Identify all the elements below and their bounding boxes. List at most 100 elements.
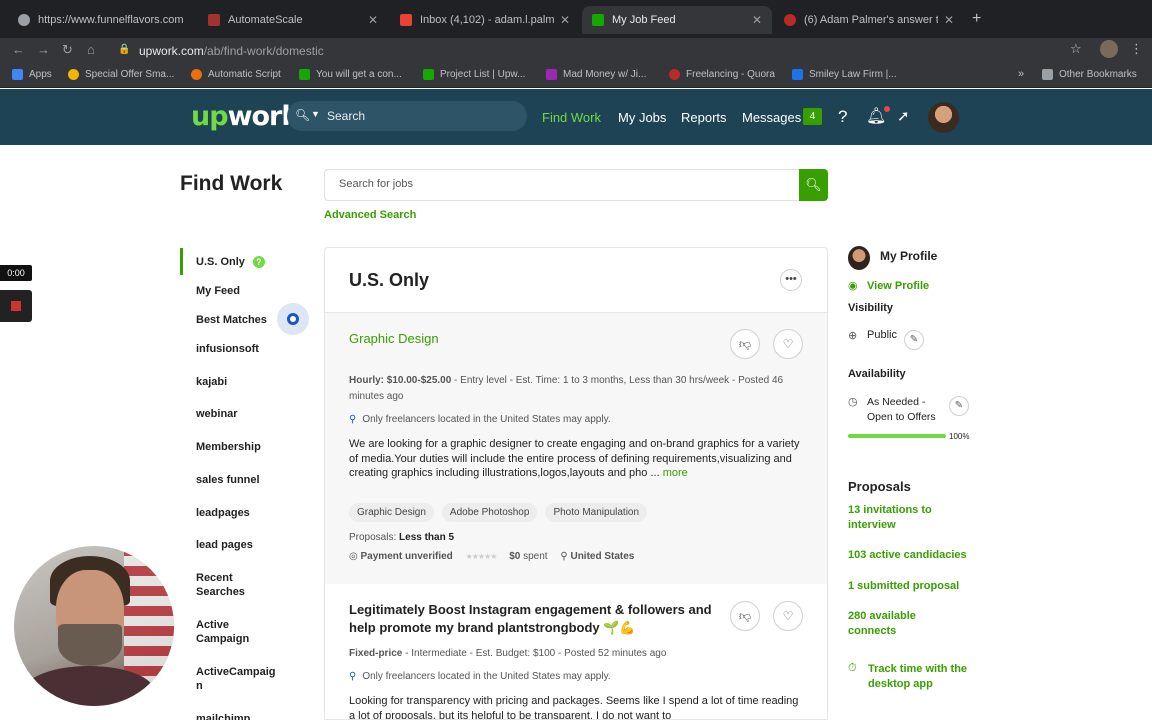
feed-sales-funnel[interactable]: sales funnel <box>196 473 260 487</box>
more-bookmarks-chevron-icon[interactable]: » <box>1018 68 1024 80</box>
forward-arrow-icon[interactable]: → <box>37 42 50 57</box>
feed-leadpages[interactable]: leadpages <box>196 506 250 520</box>
feed-us-only[interactable]: U.S. Only? <box>196 255 265 269</box>
home-icon[interactable]: ⌂ <box>87 42 95 57</box>
browser-tab-gmail[interactable]: Inbox (4,102) - adam.l.palmer@ ✕ <box>390 6 580 34</box>
bookmarks-bar: Apps Special Offer Sma... Automatic Scri… <box>0 64 1152 88</box>
nav-reports[interactable]: Reports <box>681 110 727 125</box>
url-text: upwork.com/ab/find-work/domestic <box>139 44 324 58</box>
feed-best-matches[interactable]: Best Matches <box>196 313 267 327</box>
track-time-link[interactable]: Track time with the desktop app <box>868 662 978 691</box>
feed-infusionsoft[interactable]: infusionsoft <box>196 342 259 356</box>
bookmark-star-icon[interactable]: ☆ <box>1070 41 1082 57</box>
bookmark-freelancing-quora[interactable]: Freelancing - Quora <box>669 69 775 80</box>
address-bar-row: ← → ↻ ⌂ 🔒 upwork.com/ab/find-work/domest… <box>0 38 1152 64</box>
availability-value: As Needed - Open to Offers <box>867 396 936 423</box>
browser-tab-my-job-feed[interactable]: My Job Feed ✕ <box>582 6 772 34</box>
active-candidacies-link[interactable]: 103 active candidacies <box>848 548 967 563</box>
client-info: ◎ Payment unverified ★★★★★ $0 spent ⚲ Un… <box>349 551 635 562</box>
job-search-button[interactable]: 🔍︎ <box>799 169 828 201</box>
browser-tab-funnelflavors[interactable]: https://www.funnelflavors.com <box>8 6 196 34</box>
job-tile[interactable]: Graphic Design 👎︎ ♡ Hourly: $10.00-$25.0… <box>325 313 827 584</box>
back-arrow-icon[interactable]: ← <box>12 42 25 57</box>
gmail-icon <box>400 14 412 26</box>
omnibox[interactable]: 🔒 upwork.com/ab/find-work/domestic <box>110 40 1092 62</box>
bookmark-project-list[interactable]: Project List | Upw... <box>423 69 525 80</box>
job-meta: Fixed-price - Intermediate - Est. Budget… <box>349 648 667 659</box>
skill-tag[interactable]: Graphic Design <box>349 503 434 522</box>
other-bookmarks[interactable]: Other Bookmarks <box>1042 69 1137 80</box>
browser-profile-avatar[interactable] <box>1100 40 1118 58</box>
submitted-proposal-link[interactable]: 1 submitted proposal <box>848 579 959 594</box>
bookmark-smiley-law[interactable]: Smiley Law Firm |... <box>792 69 897 80</box>
profile-avatar[interactable] <box>848 246 870 270</box>
lock-icon: 🔒 <box>118 44 131 55</box>
bookmark-favicon-icon <box>546 69 557 80</box>
feed-activecampaign[interactable]: ActiveCampaign <box>196 665 276 693</box>
profile-completeness-fill <box>848 434 946 438</box>
feed-mailchimp[interactable]: mailchimp <box>196 712 250 720</box>
edit-availability-icon[interactable]: ✎ <box>949 396 969 416</box>
recording-stop-button[interactable] <box>0 290 32 322</box>
thumbs-down-icon[interactable]: 👎︎ <box>730 329 760 359</box>
browser-tab-quora[interactable]: (6) Adam Palmer's answer to H ✕ <box>774 6 964 34</box>
advanced-search-link[interactable]: Advanced Search <box>324 209 416 221</box>
available-connects-link[interactable]: 280 available connects <box>848 609 948 638</box>
nav-find-work[interactable]: Find Work <box>542 110 601 125</box>
heart-icon[interactable]: ♡ <box>773 601 803 631</box>
tour-hotspot-dot[interactable] <box>287 313 299 325</box>
help-icon[interactable]: ? <box>838 107 847 127</box>
webcam-overlay <box>14 546 174 706</box>
user-avatar[interactable] <box>928 102 959 133</box>
page-title: Find Work <box>180 172 283 195</box>
thumbs-down-icon[interactable]: 👎︎ <box>730 601 760 631</box>
heart-icon[interactable]: ♡ <box>773 329 803 359</box>
search-type-caret-icon[interactable]: ▼ <box>311 109 320 119</box>
nav-messages[interactable]: Messages <box>742 110 801 125</box>
bookmark-favicon-icon <box>68 69 79 80</box>
feed-kajabi[interactable]: kajabi <box>196 375 227 389</box>
job-title-link[interactable]: Legitimately Boost Instagram engagement … <box>349 601 719 637</box>
view-profile-link[interactable]: View Profile <box>867 279 929 294</box>
feed-membership[interactable]: Membership <box>196 440 261 454</box>
close-tab-icon[interactable]: ✕ <box>368 13 378 27</box>
bookmark-automatic-script[interactable]: Automatic Script <box>191 69 281 80</box>
browser-menu-icon[interactable]: ⋮ <box>1130 41 1143 57</box>
bookmark-you-will-get[interactable]: You will get a con... <box>299 69 402 80</box>
nav-my-jobs[interactable]: My Jobs <box>618 110 666 125</box>
job-search-box[interactable] <box>324 169 800 201</box>
feed-lead-pages[interactable]: lead pages <box>196 538 253 552</box>
bookmark-special-offer[interactable]: Special Offer Sma... <box>68 69 174 80</box>
browser-tab-automatescale[interactable]: AutomateScale ✕ <box>198 6 388 34</box>
payment-unverified-icon: ◎ <box>349 551 358 562</box>
upwork-logo[interactable]: upwork <box>191 101 299 132</box>
bookmark-mad-money[interactable]: Mad Money w/ Ji... <box>546 69 646 80</box>
messages-count-badge: 4 <box>803 108 822 125</box>
header-search[interactable]: 🔍︎ ▼ Search <box>287 101 527 131</box>
job-search-input[interactable] <box>339 178 779 190</box>
new-tab-icon[interactable]: + <box>972 10 981 28</box>
close-tab-icon[interactable]: ✕ <box>752 13 762 27</box>
edit-visibility-icon[interactable]: ✎ <box>904 330 924 350</box>
recording-timer: 0:00 <box>0 265 32 281</box>
feed-my-feed[interactable]: My Feed <box>196 284 240 298</box>
feed-webinar[interactable]: webinar <box>196 407 238 421</box>
bookmark-apps[interactable]: Apps <box>12 69 52 80</box>
more-options-icon[interactable]: ••• <box>780 269 802 291</box>
feed-active-campaign[interactable]: Active Campaign <box>196 618 266 646</box>
payment-status: Payment unverified <box>360 551 453 562</box>
invitations-link[interactable]: 13 invitations to interview <box>848 503 958 532</box>
job-title-link[interactable]: Graphic Design <box>349 331 439 346</box>
close-tab-icon[interactable]: ✕ <box>944 13 954 27</box>
upwork-header: upwork 🔍︎ ▼ Search Find Work My Jobs Rep… <box>0 89 1152 145</box>
help-circle-icon[interactable]: ? <box>252 256 265 269</box>
more-link[interactable]: more <box>663 467 688 479</box>
location-pin-icon: ⚲ <box>349 414 357 425</box>
cursor-arrow-icon[interactable]: ➚ <box>897 107 910 125</box>
reload-icon[interactable]: ↻ <box>62 42 73 58</box>
skill-tag[interactable]: Photo Manipulation <box>545 503 648 522</box>
feed-recent-searches[interactable]: Recent Searches <box>196 571 266 599</box>
job-feed-card: U.S. Only ••• Graphic Design 👎︎ ♡ Hourly… <box>324 247 828 720</box>
close-tab-icon[interactable]: ✕ <box>560 13 570 27</box>
skill-tag[interactable]: Adobe Photoshop <box>441 503 538 522</box>
